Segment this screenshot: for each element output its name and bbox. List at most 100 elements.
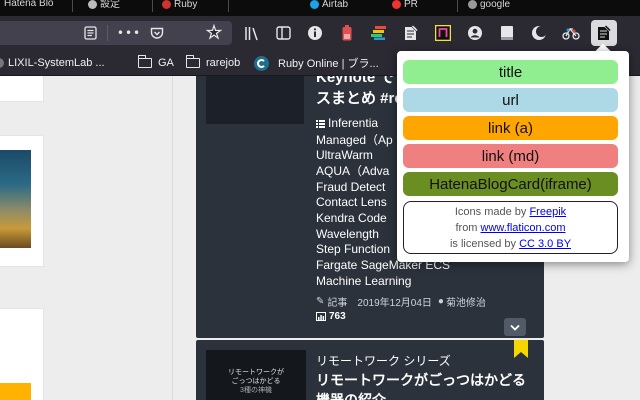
article-date: 2019年12月04日 <box>357 298 432 309</box>
bookmark-label: Ruby Online | ブラ... <box>278 58 379 70</box>
tab-separator <box>228 0 229 12</box>
account-extension-icon[interactable] <box>466 24 484 42</box>
icon-credits: Icons made by Freepik from www.flaticon.… <box>403 201 618 254</box>
thumbnail-image <box>0 383 31 400</box>
bookmark-star-icon[interactable]: ★ <box>204 22 224 43</box>
copy-link-a-button[interactable]: link (a) <box>403 116 618 140</box>
sidebar-card[interactable] <box>0 308 44 400</box>
gear-icon <box>88 0 97 9</box>
bookmark-label: LIXIL-SystemLab ... <box>8 57 105 69</box>
notepad-extension-icon[interactable] <box>402 24 420 42</box>
globe-icon <box>0 58 4 68</box>
flaticon-link[interactable]: www.flaticon.com <box>481 222 566 234</box>
url-bar[interactable]: ••• ★ <box>0 21 232 45</box>
article-title-line: スまとめ #re <box>316 90 403 107</box>
sidebar-icon[interactable] <box>274 24 292 42</box>
tab-google[interactable]: google <box>464 0 534 16</box>
credits-line: is licensed by CC 3.0 BY <box>404 236 617 252</box>
pencil-icon: ✎ <box>316 296 325 307</box>
tab-separator <box>72 0 73 12</box>
credits-line: from www.flaticon.com <box>404 220 617 236</box>
bicycle-extension-icon[interactable] <box>562 24 580 42</box>
article-series[interactable]: リモートワーク シリーズ <box>316 352 451 369</box>
bar-chart-icon <box>316 312 326 321</box>
thumbnail-text: 3種の神機 <box>240 387 272 394</box>
notion-extension-icon[interactable] <box>434 24 452 42</box>
battery-extension-icon[interactable] <box>338 24 356 42</box>
bookmark-label: rarejob <box>206 57 241 69</box>
article-title[interactable]: Keynote で スまとめ #re <box>316 76 403 109</box>
article-type: 記事 <box>327 298 348 309</box>
moon-extension-icon[interactable] <box>530 24 548 42</box>
url-bar-divider <box>107 25 108 41</box>
bookmark-folder-ga[interactable]: GA <box>138 50 174 76</box>
folder-icon <box>138 55 152 68</box>
tab-hatena[interactable]: Hatena Blo <box>0 0 70 16</box>
reader-view-icon[interactable] <box>82 25 98 41</box>
article-thumbnail <box>206 76 304 124</box>
article-title-line: 機器の紹介 <box>316 392 386 400</box>
expand-button[interactable] <box>504 318 526 336</box>
tab-pr[interactable]: PR <box>388 0 454 16</box>
copy-link-extension-icon[interactable] <box>591 20 617 46</box>
page-actions-menu-icon[interactable]: ••• <box>117 23 140 43</box>
tab-label: google <box>480 0 511 10</box>
sidebar-card[interactable] <box>0 135 44 267</box>
color-stripes-extension-icon[interactable] <box>370 24 388 42</box>
article-meta: ✎ 記事 2019年12月04日 ● 菊池修治 <box>316 294 486 309</box>
article-title[interactable]: リモートワークがごっつはかどる 機器の紹介 <box>316 370 526 400</box>
conference-thumbnail-image <box>0 150 31 248</box>
license-link[interactable]: CC 3.0 BY <box>519 238 571 250</box>
article-thumbnail: リモートワークが ごっつはかどる 3種の神機 <box>206 350 306 400</box>
bookmark-label: GA <box>158 57 174 69</box>
tab-label: PR <box>404 0 418 10</box>
credits-line: Icons made by Freepik <box>404 204 617 220</box>
folder-icon <box>186 55 200 68</box>
tab-airtab[interactable]: Airtab <box>306 0 376 16</box>
site-icon <box>310 0 319 9</box>
tab-strip: Hatena Blo 設定 Ruby Airtab PR google <box>0 0 640 16</box>
article-views: 763 <box>316 311 346 322</box>
thumbnail-text: ごっつはかどる <box>231 378 281 385</box>
ruby-online-icon <box>254 55 269 71</box>
tab-label: Ruby <box>174 0 198 10</box>
bookmark-folder-rarejob[interactable]: rarejob <box>186 50 240 76</box>
bookmark-ribbon-icon[interactable] <box>514 340 528 358</box>
copy-link-md-button[interactable]: link (md) <box>403 144 618 168</box>
freepik-link[interactable]: Freepik <box>529 206 566 218</box>
list-icon <box>316 119 325 128</box>
credits-text: from <box>455 222 481 234</box>
article-card[interactable]: リモートワークが ごっつはかどる 3種の神機 リモートワーク シリーズ リモート… <box>196 340 544 400</box>
copy-hatena-blogcard-button[interactable]: HatenaBlogCard(iframe) <box>403 172 618 196</box>
chevron-down-icon <box>510 324 520 331</box>
credits-text: is licensed by <box>449 238 520 250</box>
copy-title-button[interactable]: title <box>403 60 618 84</box>
article-author[interactable]: 菊池修治 <box>446 294 486 309</box>
bookmark-ruby-online[interactable]: Ruby Online | ブラ... <box>254 50 379 76</box>
tab-separator <box>152 0 153 12</box>
sidebar-card[interactable] <box>0 76 44 102</box>
tag-label: Inferentia <box>328 116 379 130</box>
site-icon <box>392 0 401 9</box>
tag-item[interactable]: Machine Learning <box>316 274 450 290</box>
tab-label: Hatena Blo <box>4 0 54 9</box>
tab-label: 設定 <box>100 0 120 10</box>
info-extension-icon[interactable] <box>306 24 324 42</box>
column-divider <box>172 76 173 400</box>
book-extension-icon[interactable] <box>498 24 516 42</box>
tab-ruby[interactable]: Ruby <box>158 0 224 16</box>
ruby-icon <box>162 0 171 9</box>
bookmark-lixil[interactable]: LIXIL-SystemLab ... <box>0 50 105 76</box>
navigation-toolbar: ••• ★ <box>0 16 640 50</box>
tab-settings[interactable]: 設定 <box>84 0 150 16</box>
library-icon[interactable] <box>243 24 261 42</box>
credits-text: Icons made by <box>454 206 530 218</box>
tab-label: Airtab <box>322 0 349 10</box>
tag-item[interactable]: Inferentia <box>316 116 378 132</box>
google-icon <box>468 0 477 9</box>
copy-url-button[interactable]: url <box>403 88 618 112</box>
article-title-line: リモートワークがごっつはかどる <box>316 372 526 388</box>
article-title-line: Keynote で <box>316 76 395 86</box>
view-count: 763 <box>329 311 346 322</box>
pocket-icon[interactable] <box>148 24 166 42</box>
